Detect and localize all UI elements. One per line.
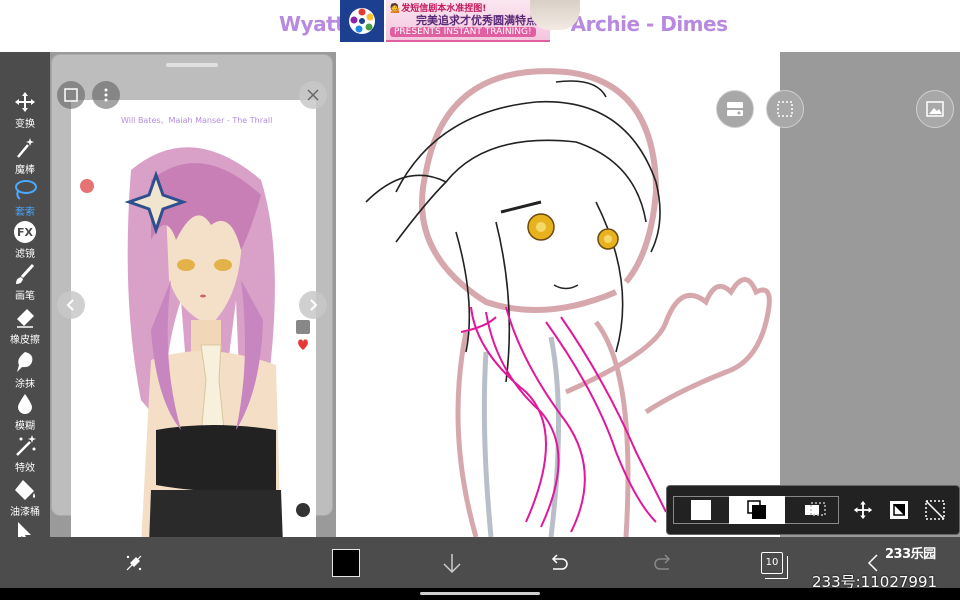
image-icon [926, 101, 944, 117]
tool-paint-bucket[interactable]: 油漆桶 [0, 474, 50, 522]
layers-stack-icon [727, 102, 743, 116]
panel-next-button[interactable] [299, 291, 327, 319]
move-icon [15, 92, 35, 112]
square-frame-icon [64, 88, 78, 102]
tool-smudge[interactable]: 涂抹 [0, 346, 50, 394]
brush-settings-button[interactable] [114, 537, 154, 588]
dashed-selection-icon [777, 101, 793, 117]
redo-button[interactable] [644, 537, 684, 588]
ad-character-image [530, 0, 580, 30]
ad-line3: PRESENTS INSTANT TRAINING! [390, 27, 536, 37]
tool-filter[interactable]: FX 滤镜 [0, 216, 50, 264]
ad-body: 💁发短信剧本水准捏图! 完美追求才优秀圆满特点! PRESENTS INSTAN… [386, 0, 550, 42]
deselect-icon [925, 500, 945, 520]
system-nav-bar [0, 588, 960, 600]
redo-icon [654, 553, 671, 570]
subtract-selection-icon [805, 502, 826, 516]
tool-magic-wand[interactable]: 魔棒 [0, 132, 50, 180]
move-selection-button[interactable] [849, 496, 877, 524]
smudge-icon [17, 352, 33, 372]
panel-fit-button[interactable] [57, 81, 85, 109]
selection-toggle-button[interactable] [766, 90, 804, 128]
color-picker-button[interactable] [326, 537, 366, 588]
white-square-icon [691, 500, 711, 520]
special-effects-icon [16, 435, 36, 456]
blur-icon [18, 394, 32, 414]
lasso-icon [15, 180, 37, 200]
tool-label: 橡皮擦 [10, 335, 40, 346]
chevron-right-icon [310, 299, 318, 311]
download-button[interactable] [432, 537, 472, 588]
home-indicator[interactable] [420, 592, 540, 595]
layer-toggle-button[interactable] [716, 90, 754, 128]
ad-line2: 完美追求才优秀圆满特点! [416, 14, 543, 27]
panel-prev-button[interactable] [57, 291, 85, 319]
reference-artwork [71, 147, 316, 545]
svg-text:FX: FX [17, 226, 34, 239]
tool-special-effects[interactable]: 特效 [0, 430, 50, 478]
reference-image: Will Bates、Maiah Manser - The Thrall [71, 100, 316, 545]
tool-label: 变换 [15, 119, 35, 130]
move-icon [853, 500, 873, 520]
layers-button[interactable]: 10 [752, 537, 792, 588]
invert-selection-button[interactable] [885, 496, 913, 524]
chevron-left-icon [66, 299, 74, 311]
tool-transform[interactable]: 变换 [0, 86, 50, 134]
reference-image-panel[interactable]: Will Bates、Maiah Manser - The Thrall [52, 55, 332, 545]
fx-icon: FX [14, 221, 36, 243]
selection-toolbar [666, 485, 960, 535]
select-subtract-button[interactable] [795, 496, 835, 524]
panel-close-button[interactable] [299, 81, 327, 109]
add-selection-icon [747, 500, 766, 519]
brush-icon [16, 263, 35, 284]
undo-button[interactable] [538, 537, 578, 588]
undo-icon [551, 553, 568, 570]
video-title-banner: Wyatt Blair Maiah Manser - Archie - Dime… [0, 0, 960, 52]
ad-app-logo [340, 0, 384, 42]
drawing-canvas[interactable] [336, 52, 780, 537]
panel-more-button[interactable] [92, 81, 120, 109]
brush-eraser-switch-icon [126, 555, 142, 570]
tool-label: 画笔 [15, 291, 35, 302]
panel-drag-handle[interactable] [166, 63, 218, 67]
tool-label: 特效 [15, 463, 35, 474]
reference-image-button[interactable] [916, 90, 954, 128]
close-icon [307, 89, 319, 101]
clear-selection-button[interactable] [921, 496, 949, 524]
palette-icon [349, 8, 375, 34]
paint-bucket-icon [15, 480, 35, 500]
canvas-artwork [365, 68, 772, 537]
invert-selection-icon [890, 501, 908, 519]
advertisement[interactable]: 💁发短信剧本水准捏图! 完美追求才优秀圆满特点! PRESENTS INSTAN… [340, 0, 550, 42]
more-vertical-icon [104, 88, 108, 102]
arrow-down-icon [443, 553, 461, 573]
brand-watermark: 233乐园 [885, 547, 936, 562]
eraser-icon [17, 309, 34, 328]
current-color-swatch [332, 548, 360, 577]
tool-eraser[interactable]: 橡皮擦 [0, 302, 50, 350]
tool-brush[interactable]: 画笔 [0, 258, 50, 306]
select-add-button[interactable] [729, 496, 785, 524]
tool-lasso[interactable]: 套索 [0, 174, 50, 222]
tool-sidebar: 变换 魔棒 套索 FX 滤镜 画笔 橡皮擦 涂抹 模糊 特效 油漆桶 [0, 52, 50, 588]
select-new-button[interactable] [689, 496, 713, 524]
tool-blur[interactable]: 模糊 [0, 388, 50, 436]
layer-count-badge: 10 [761, 551, 788, 579]
magic-wand-icon [17, 138, 34, 158]
